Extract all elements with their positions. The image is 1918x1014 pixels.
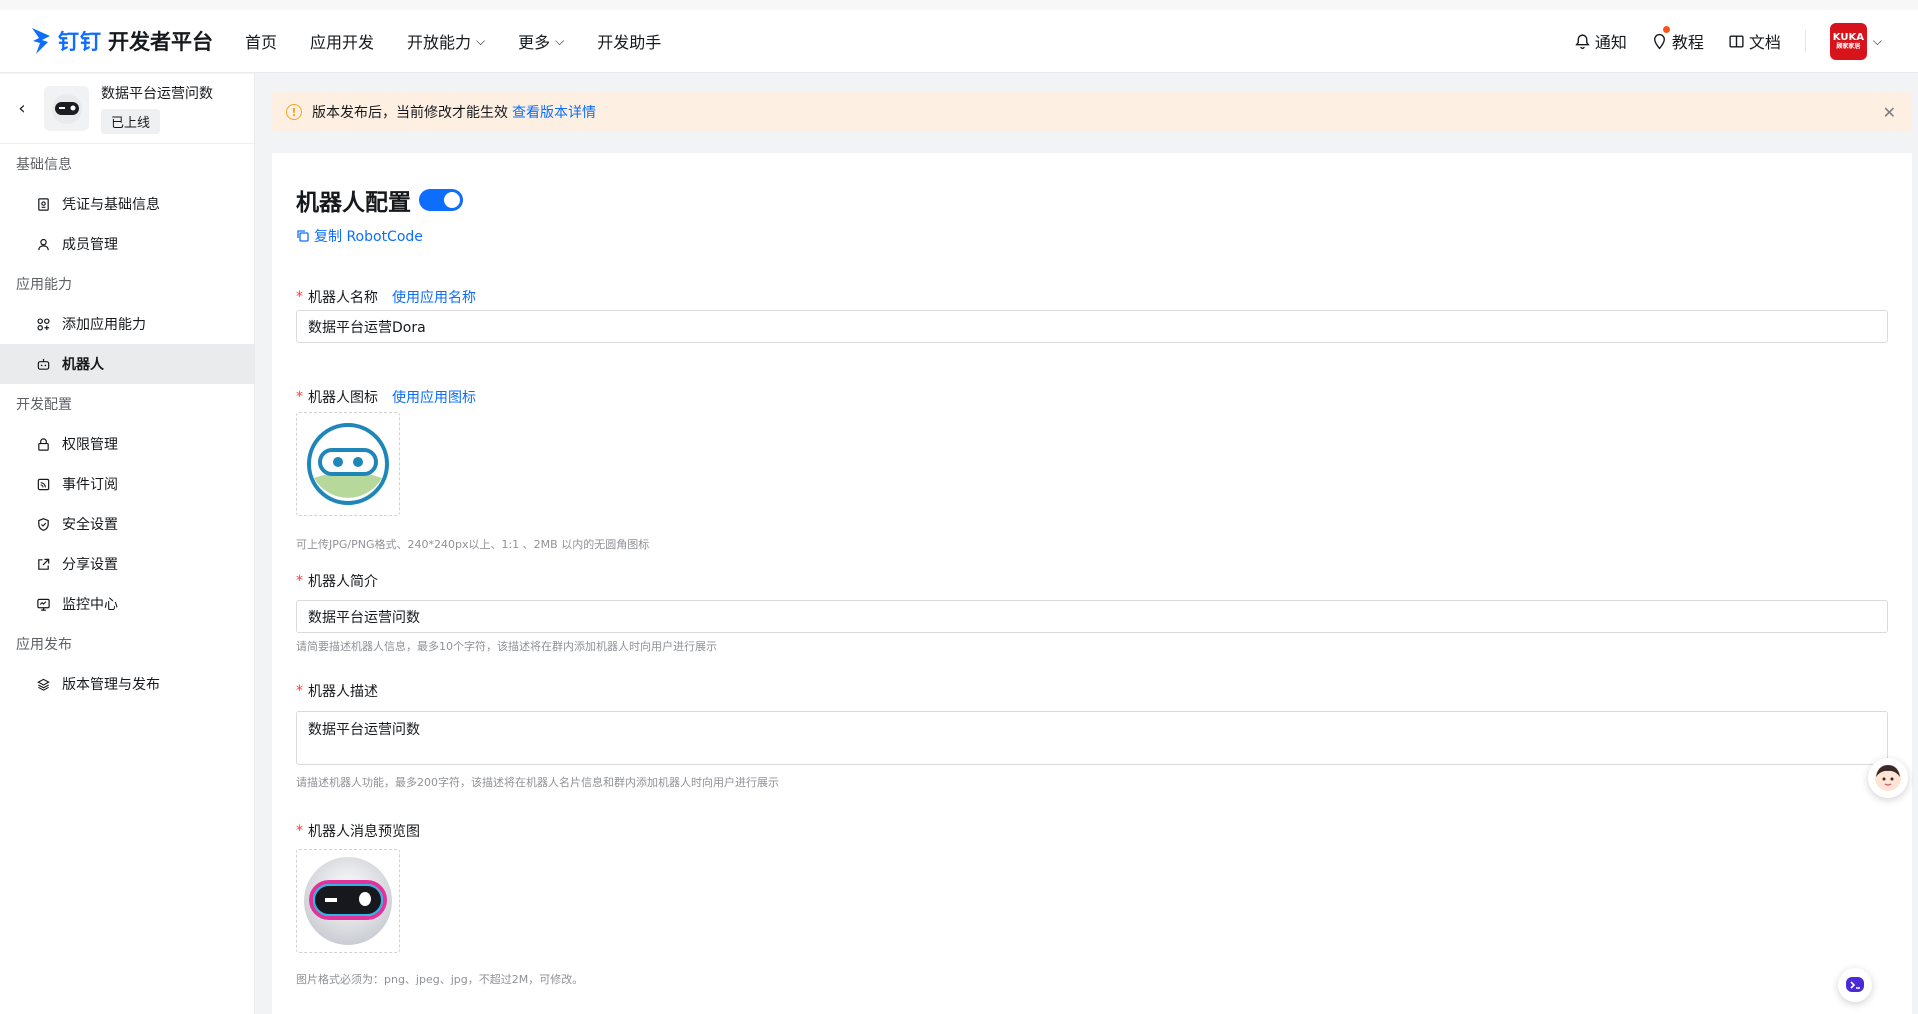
robot-face-icon	[51, 93, 82, 124]
monitor-icon	[37, 598, 50, 611]
robot-intro-label: * 机器人简介	[296, 573, 378, 590]
group-title-release: 应用发布	[16, 637, 72, 653]
app-name: 数据平台运营问数	[101, 86, 213, 102]
robot-avatar-icon	[307, 423, 389, 505]
shield-icon	[38, 517, 49, 531]
group-title-capability: 应用能力	[16, 277, 72, 293]
docs-button[interactable]: 文档	[1728, 29, 1781, 53]
logo-title: 开发者平台	[108, 30, 213, 54]
robot-icon-label: * 机器人图标 使用应用图标	[296, 387, 476, 407]
user-icon	[38, 238, 49, 250]
assistant-avatar-button[interactable]	[1868, 758, 1908, 798]
required-mark: *	[296, 573, 303, 589]
nav-more[interactable]: 更多 ⌵	[518, 29, 564, 53]
sidebar-item-versions[interactable]: 版本管理与发布	[0, 664, 254, 704]
credential-icon	[38, 197, 49, 211]
back-arrow-icon[interactable]: ‹	[0, 98, 44, 119]
nav-open-capability[interactable]: 开放能力 ⌵	[407, 29, 485, 53]
sidebar-item-add-capability[interactable]: 添加应用能力	[0, 304, 254, 344]
chat-bot-icon	[1846, 977, 1864, 992]
robot-intro-input[interactable]: 数据平台运营问数	[296, 600, 1888, 633]
robot-name-label: * 机器人名称 使用应用名称	[296, 287, 476, 307]
use-app-icon-link[interactable]: 使用应用图标	[392, 387, 476, 407]
required-mark: *	[296, 683, 303, 699]
logo-brand: 钉钉	[58, 30, 102, 54]
group-title-basic: 基础信息	[16, 157, 72, 173]
group-title-dev-config: 开发配置	[16, 397, 72, 413]
location-pin-icon	[1653, 33, 1665, 49]
robot-desc-textarea[interactable]: 数据平台运营问数	[296, 711, 1888, 765]
top-strip	[0, 0, 1918, 10]
chevron-down-icon[interactable]: ⌵	[1873, 34, 1882, 49]
copy-icon	[297, 230, 309, 242]
bell-icon	[1575, 33, 1590, 49]
required-mark: *	[296, 289, 303, 305]
page-title: 机器人配置	[296, 183, 463, 217]
logo[interactable]: 钉钉 开发者平台	[30, 26, 213, 56]
warning-icon: !	[286, 104, 302, 120]
robot-desc-hint: 请描述机器人功能，最多200字符，该描述将在机器人名片信息和群内添加机器人时向用…	[296, 776, 779, 789]
app-thumbnail	[44, 86, 89, 131]
divider	[1804, 30, 1806, 52]
banner-text: 版本发布后，当前修改才能生效	[312, 105, 508, 121]
tutorial-button[interactable]: 教程	[1651, 26, 1704, 53]
nav-dev-assistant[interactable]: 开发助手	[597, 29, 661, 53]
status-badge: 已上线	[101, 109, 161, 134]
sidebar-item-monitor[interactable]: 监控中心	[0, 584, 254, 624]
dingtalk-logo-icon	[32, 28, 50, 54]
sidebar-item-share[interactable]: 分享设置	[0, 544, 254, 584]
rss-icon	[37, 478, 50, 490]
robot-preview-hint: 图片格式必须为：png、jpeg、jpg，不超过2M，可修改。	[296, 973, 584, 986]
top-right-actions: 通知 教程 文档 KUKA 顾家家居 ⌵	[1550, 22, 1882, 60]
nav-home[interactable]: 首页	[245, 29, 277, 53]
sidebar-item-credentials[interactable]: 凭证与基础信息	[0, 184, 254, 224]
close-icon[interactable]: ✕	[1883, 103, 1896, 122]
book-icon	[1729, 34, 1744, 48]
sidebar: ‹ 数据平台运营问数 已上线 基础信息 凭证与基础信息 成员管理 应用能力 添加…	[0, 74, 255, 1014]
release-notice-banner: ! 版本发布后，当前修改才能生效 查看版本详情 ✕	[272, 92, 1912, 132]
robot-enable-toggle[interactable]	[419, 189, 463, 211]
view-version-details-link[interactable]: 查看版本详情	[512, 102, 596, 122]
robot-preview-label: * 机器人消息预览图	[296, 823, 420, 840]
avatar[interactable]: KUKA 顾家家居	[1829, 22, 1867, 60]
layers-icon	[37, 678, 50, 691]
robot-preview-upload[interactable]	[296, 849, 400, 953]
robot-icon	[37, 358, 50, 370]
copy-robotcode-button[interactable]: 复制 RobotCode	[296, 226, 423, 246]
notify-button[interactable]: 通知	[1574, 29, 1627, 53]
chevron-down-icon: ⌵	[555, 33, 565, 48]
assistant-face-icon	[1875, 765, 1901, 791]
use-app-name-link[interactable]: 使用应用名称	[392, 287, 476, 307]
required-mark: *	[296, 389, 303, 405]
robot-config-panel: 机器人配置 复制 RobotCode * 机器人名称 使用应用名称 数据平台运营…	[272, 153, 1912, 1014]
share-icon	[38, 558, 50, 570]
chevron-down-icon: ⌵	[476, 33, 486, 48]
apps-add-icon	[37, 317, 50, 331]
sidebar-item-permissions[interactable]: 权限管理	[0, 424, 254, 464]
robot-intro-hint: 请简要描述机器人信息，最多10个字符，该描述将在群内添加机器人时向用户进行展示	[296, 640, 717, 653]
ai-assistant-button[interactable]	[1838, 968, 1872, 1002]
sidebar-item-members[interactable]: 成员管理	[0, 224, 254, 264]
sidebar-item-security[interactable]: 安全设置	[0, 504, 254, 544]
unread-dot	[1662, 26, 1670, 33]
robot-desc-label: * 机器人描述	[296, 683, 378, 700]
main-nav: 首页 应用开发 开放能力 ⌵ 更多 ⌵ 开发助手	[245, 29, 694, 53]
robot-icon-hint: 可上传JPG/PNG格式、240*240px以上、1:1 、2MB 以内的无圆角…	[296, 538, 650, 551]
robot-name-input[interactable]: 数据平台运营Dora	[296, 310, 1888, 343]
app-info: 数据平台运营问数 已上线	[101, 83, 213, 134]
app-header: ‹ 数据平台运营问数 已上线	[0, 74, 254, 144]
sidebar-item-events[interactable]: 事件订阅	[0, 464, 254, 504]
robot-preview-image-icon	[304, 857, 392, 945]
robot-icon-upload[interactable]	[296, 412, 400, 516]
required-mark: *	[296, 823, 303, 839]
top-navigation-bar: 钉钉 开发者平台 首页 应用开发 开放能力 ⌵ 更多 ⌵ 开发助手 通知 教程 文档…	[0, 10, 1918, 73]
sidebar-item-robot[interactable]: 机器人	[0, 344, 254, 384]
lock-icon	[38, 437, 49, 451]
nav-app-dev[interactable]: 应用开发	[310, 29, 374, 53]
